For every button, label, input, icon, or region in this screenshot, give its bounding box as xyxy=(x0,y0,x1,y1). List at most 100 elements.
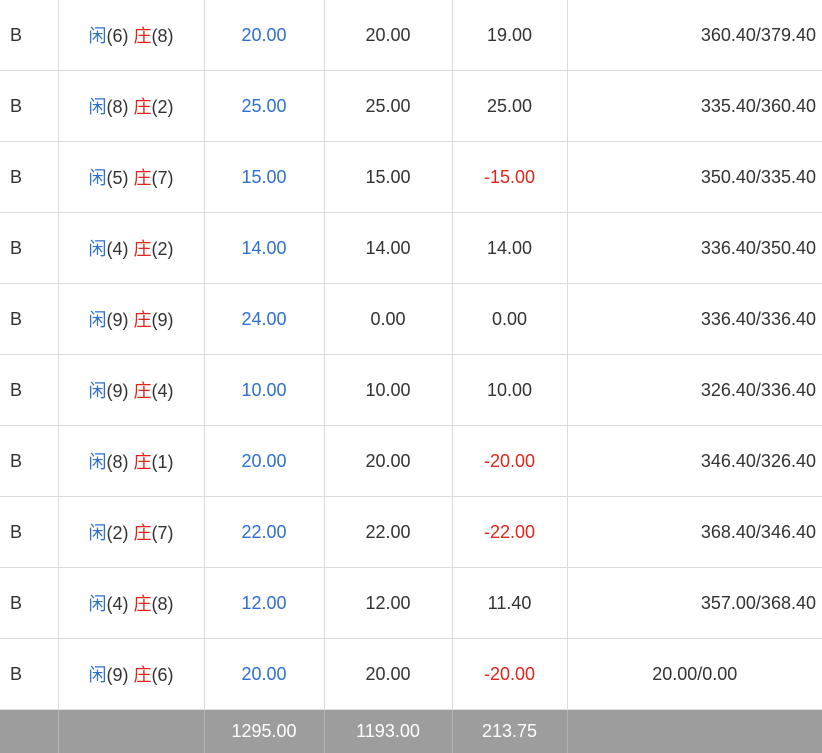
table-row: B闲(9) 庄(6)20.0020.00-20.0020.00/0.00 xyxy=(0,639,822,710)
banker-label: 庄 xyxy=(134,26,152,46)
banker-points: (4) xyxy=(152,381,174,401)
bet-amount-cell: 20.00 xyxy=(204,426,324,497)
table-row: B闲(9) 庄(9)24.000.000.00336.40/336.40 xyxy=(0,284,822,355)
bet-history-table: B闲(6) 庄(8)20.0020.0019.00360.40/379.40B闲… xyxy=(0,0,822,753)
bet-history-rows: B闲(6) 庄(8)20.0020.0019.00360.40/379.40B闲… xyxy=(0,0,822,710)
valid-bet-cell: 15.00 xyxy=(324,142,452,213)
player-points: (9) xyxy=(106,381,128,401)
balance-cell: 360.40/379.40 xyxy=(567,0,822,71)
balance-cell: 350.40/335.40 xyxy=(567,142,822,213)
bet-amount-cell: 22.00 xyxy=(204,497,324,568)
bet-amount-cell: 25.00 xyxy=(204,71,324,142)
player-label: 闲 xyxy=(88,594,106,614)
banker-points: (2) xyxy=(152,239,174,259)
table-row: B闲(9) 庄(4)10.0010.0010.00326.40/336.40 xyxy=(0,355,822,426)
game-result-cell: 闲(9) 庄(4) xyxy=(58,355,204,426)
player-label: 闲 xyxy=(88,523,106,543)
player-points: (8) xyxy=(106,452,128,472)
win-loss-cell: -15.00 xyxy=(452,142,567,213)
bet-type-cell: B xyxy=(0,0,58,71)
player-points: (5) xyxy=(106,168,128,188)
win-loss-cell: 25.00 xyxy=(452,71,567,142)
game-result-cell: 闲(8) 庄(1) xyxy=(58,426,204,497)
total-bet-amount: 1295.00 xyxy=(204,710,324,753)
player-points: (6) xyxy=(106,26,128,46)
bet-type-cell: B xyxy=(0,71,58,142)
player-label: 闲 xyxy=(88,452,106,472)
balance-cell: 326.40/336.40 xyxy=(567,355,822,426)
total-win-amount: 213.75 xyxy=(452,710,567,753)
totals-balance-cell xyxy=(567,710,822,753)
banker-label: 庄 xyxy=(134,168,152,188)
valid-bet-cell: 20.00 xyxy=(324,0,452,71)
player-points: (2) xyxy=(106,523,128,543)
game-result-cell: 闲(5) 庄(7) xyxy=(58,142,204,213)
valid-bet-cell: 22.00 xyxy=(324,497,452,568)
bet-type-cell: B xyxy=(0,568,58,639)
player-points: (9) xyxy=(106,310,128,330)
banker-label: 庄 xyxy=(134,239,152,259)
player-label: 闲 xyxy=(88,665,106,685)
player-points: (9) xyxy=(106,665,128,685)
bet-amount-cell: 14.00 xyxy=(204,213,324,284)
table-row: B闲(5) 庄(7)15.0015.00-15.00350.40/335.40 xyxy=(0,142,822,213)
banker-points: (6) xyxy=(152,665,174,685)
player-label: 闲 xyxy=(88,381,106,401)
game-result-cell: 闲(2) 庄(7) xyxy=(58,497,204,568)
player-points: (8) xyxy=(106,97,128,117)
totals-row: 1295.00 1193.00 213.75 xyxy=(0,710,822,753)
player-points: (4) xyxy=(106,239,128,259)
banker-points: (7) xyxy=(152,168,174,188)
balance-cell: 336.40/350.40 xyxy=(567,213,822,284)
banker-label: 庄 xyxy=(134,665,152,685)
valid-bet-cell: 14.00 xyxy=(324,213,452,284)
banker-points: (8) xyxy=(152,594,174,614)
bet-amount-cell: 20.00 xyxy=(204,0,324,71)
game-result-cell: 闲(4) 庄(2) xyxy=(58,213,204,284)
balance-cell: 335.40/360.40 xyxy=(567,71,822,142)
valid-bet-cell: 20.00 xyxy=(324,639,452,710)
bet-type-cell: B xyxy=(0,639,58,710)
player-label: 闲 xyxy=(88,97,106,117)
balance-cell: 357.00/368.40 xyxy=(567,568,822,639)
game-result-cell: 闲(8) 庄(2) xyxy=(58,71,204,142)
bet-amount-cell: 10.00 xyxy=(204,355,324,426)
valid-bet-cell: 0.00 xyxy=(324,284,452,355)
totals-result-cell xyxy=(58,710,204,753)
valid-bet-cell: 25.00 xyxy=(324,71,452,142)
banker-points: (2) xyxy=(152,97,174,117)
game-result-cell: 闲(6) 庄(8) xyxy=(58,0,204,71)
win-loss-cell: 19.00 xyxy=(452,0,567,71)
valid-bet-cell: 10.00 xyxy=(324,355,452,426)
balance-cell: 346.40/326.40 xyxy=(567,426,822,497)
game-result-cell: 闲(9) 庄(6) xyxy=(58,639,204,710)
bet-type-cell: B xyxy=(0,142,58,213)
valid-bet-cell: 12.00 xyxy=(324,568,452,639)
bet-amount-cell: 15.00 xyxy=(204,142,324,213)
banker-points: (7) xyxy=(152,523,174,543)
bet-type-cell: B xyxy=(0,355,58,426)
total-valid-amount: 1193.00 xyxy=(324,710,452,753)
bet-amount-cell: 24.00 xyxy=(204,284,324,355)
balance-cell: 336.40/336.40 xyxy=(567,284,822,355)
banker-label: 庄 xyxy=(134,594,152,614)
player-label: 闲 xyxy=(88,239,106,259)
table-row: B闲(4) 庄(2)14.0014.0014.00336.40/350.40 xyxy=(0,213,822,284)
bet-amount-cell: 20.00 xyxy=(204,639,324,710)
win-loss-cell: 0.00 xyxy=(452,284,567,355)
player-label: 闲 xyxy=(88,310,106,330)
banker-label: 庄 xyxy=(134,452,152,472)
banker-label: 庄 xyxy=(134,523,152,543)
valid-bet-cell: 20.00 xyxy=(324,426,452,497)
bet-type-cell: B xyxy=(0,213,58,284)
game-result-cell: 闲(9) 庄(9) xyxy=(58,284,204,355)
banker-points: (1) xyxy=(152,452,174,472)
table-row: B闲(8) 庄(1)20.0020.00-20.00346.40/326.40 xyxy=(0,426,822,497)
banker-label: 庄 xyxy=(134,381,152,401)
bet-type-cell: B xyxy=(0,497,58,568)
banker-label: 庄 xyxy=(134,97,152,117)
banker-label: 庄 xyxy=(134,310,152,330)
bet-type-cell: B xyxy=(0,284,58,355)
totals-type-cell xyxy=(0,710,58,753)
player-label: 闲 xyxy=(88,168,106,188)
